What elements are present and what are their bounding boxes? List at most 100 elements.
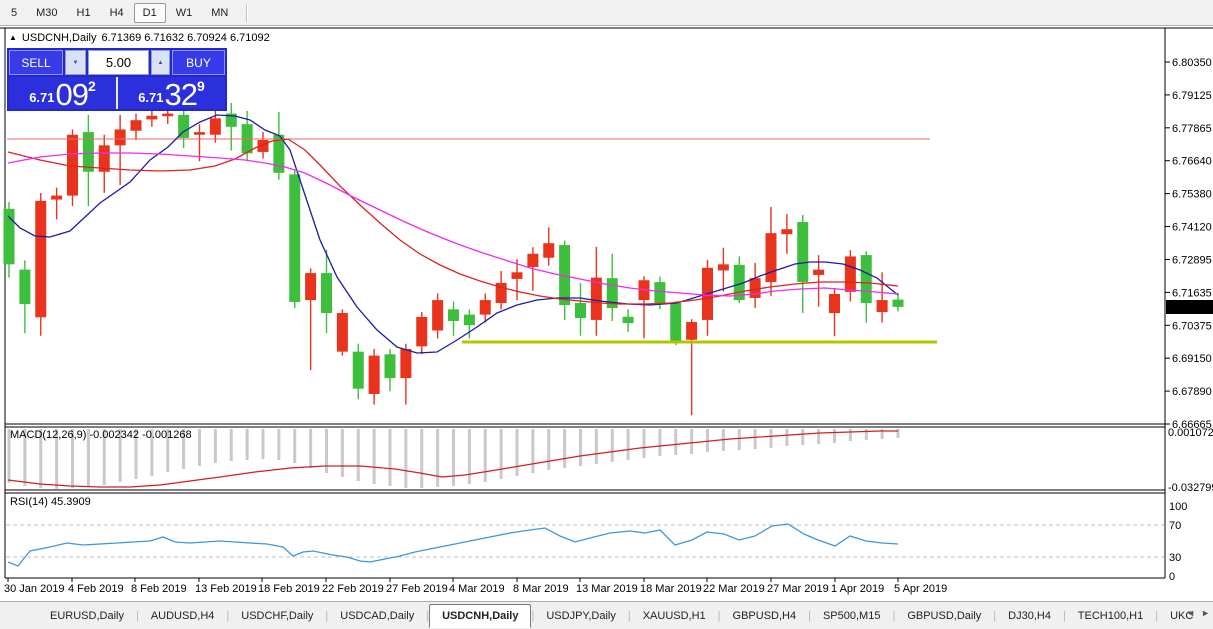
candle-body bbox=[385, 354, 396, 378]
chart-ohlc-values: 6.71369 6.71632 6.70924 6.71092 bbox=[101, 32, 269, 44]
candle-body bbox=[575, 303, 586, 318]
macd-histogram-bar bbox=[897, 429, 900, 438]
candle-body bbox=[35, 201, 46, 317]
tab-gbpusd-daily[interactable]: GBPUSD,Daily bbox=[895, 605, 993, 627]
price-axis-label: 6.67890 bbox=[1172, 386, 1212, 398]
candle-body bbox=[813, 270, 824, 275]
candle-body bbox=[877, 300, 888, 312]
date-axis-label: 1 Apr 2019 bbox=[831, 583, 884, 595]
macd-histogram-bar bbox=[420, 429, 423, 488]
candle-body bbox=[416, 317, 427, 346]
macd-histogram-bar bbox=[468, 429, 471, 484]
candle-body bbox=[654, 282, 665, 303]
price-axis-label: 6.77865 bbox=[1172, 123, 1212, 135]
macd-histogram-bar bbox=[246, 429, 249, 460]
price-axis-label: 6.75380 bbox=[1172, 189, 1212, 201]
candle-body bbox=[829, 294, 840, 313]
tab-usdchf-daily[interactable]: USDCHF,Daily bbox=[229, 605, 325, 627]
date-axis-label: 13 Feb 2019 bbox=[195, 583, 257, 595]
sell-price-display[interactable]: 6.71 09 2 bbox=[9, 77, 116, 109]
date-axis-label: 4 Feb 2019 bbox=[68, 583, 124, 595]
candle-body bbox=[591, 278, 602, 320]
candle-body bbox=[448, 309, 459, 321]
price-axis-label: 6.71635 bbox=[1172, 287, 1212, 299]
buy-price-display[interactable]: 6.71 32 9 bbox=[118, 77, 225, 109]
candle-body bbox=[623, 317, 634, 323]
triangle-up-icon: ▲ bbox=[158, 60, 164, 66]
rsi-axis-label: 100 bbox=[1169, 501, 1187, 513]
buy-price-point: 9 bbox=[197, 78, 205, 94]
tabs-scroll-right-icon[interactable]: ► bbox=[1201, 608, 1210, 618]
candle-body bbox=[861, 255, 872, 303]
macd-histogram-bar bbox=[738, 429, 741, 450]
date-axis-label: 18 Mar 2019 bbox=[640, 583, 702, 595]
tab-usdcad-daily[interactable]: USDCAD,Daily bbox=[328, 605, 426, 627]
candle-body bbox=[337, 313, 348, 352]
date-axis-label: 27 Feb 2019 bbox=[386, 583, 448, 595]
tab-gbpusd-h4[interactable]: GBPUSD,H4 bbox=[721, 605, 809, 627]
tab-xauusd-h1[interactable]: XAUUSD,H1 bbox=[631, 605, 718, 627]
collapse-triangle-icon[interactable]: ▲ bbox=[9, 34, 17, 42]
candle-body bbox=[19, 270, 30, 304]
date-axis-label: 22 Feb 2019 bbox=[322, 583, 384, 595]
candle-body bbox=[305, 273, 316, 300]
macd-histogram-bar bbox=[357, 429, 360, 481]
candle-body bbox=[400, 349, 411, 378]
candle-body bbox=[115, 129, 126, 145]
macd-histogram-bar bbox=[500, 429, 503, 479]
price-axis-label: 6.76640 bbox=[1172, 156, 1212, 168]
sell-price-pips: 09 bbox=[56, 82, 88, 108]
tab-dj30-h4[interactable]: DJ30,H4 bbox=[996, 605, 1063, 627]
sell-button[interactable]: SELL bbox=[9, 50, 63, 75]
candle-body bbox=[893, 300, 904, 307]
date-axis-label: 5 Apr 2019 bbox=[894, 583, 947, 595]
tab-tech100-h1[interactable]: TECH100,H1 bbox=[1066, 605, 1155, 627]
macd-histogram-bar bbox=[627, 429, 630, 460]
macd-histogram-bar bbox=[706, 429, 709, 452]
macd-histogram-bar bbox=[658, 429, 661, 456]
tab-audusd-h4[interactable]: AUDUSD,H4 bbox=[139, 605, 227, 627]
rsi-axis-label: 30 bbox=[1169, 552, 1181, 564]
macd-histogram-bar bbox=[690, 429, 693, 454]
trade-controls-row: SELL ▼ ▲ BUY bbox=[9, 50, 225, 75]
chart-symbol-period: USDCNH,Daily bbox=[22, 32, 97, 44]
date-axis-label: 27 Mar 2019 bbox=[767, 583, 829, 595]
candle-body bbox=[527, 254, 538, 267]
trade-prices-row: 6.71 09 2 6.71 32 9 bbox=[9, 77, 225, 109]
candle-body bbox=[162, 114, 173, 117]
macd-histogram-bar bbox=[817, 429, 820, 444]
macd-axis-min-label: -0.032799 bbox=[1168, 482, 1213, 494]
volume-input[interactable] bbox=[88, 50, 149, 75]
chart-tab-bar: EURUSD,Daily|AUDUSD,H4|USDCHF,Daily|USDC… bbox=[0, 601, 1213, 629]
candle-body bbox=[369, 356, 380, 394]
macd-histogram-bar bbox=[341, 429, 344, 477]
tab-usdcnh-daily[interactable]: USDCNH,Daily bbox=[429, 604, 531, 628]
buy-button[interactable]: BUY bbox=[172, 50, 225, 75]
ma-mid-red bbox=[8, 139, 898, 304]
macd-histogram-bar bbox=[214, 429, 217, 463]
macd-histogram-bar bbox=[293, 429, 296, 463]
macd-histogram-bar bbox=[611, 429, 614, 462]
tabs-scroll-left-icon[interactable]: ◄ bbox=[1186, 608, 1195, 618]
tab-usdjpy-daily[interactable]: USDJPY,Daily bbox=[534, 605, 628, 627]
candle-body bbox=[432, 300, 443, 330]
tab-eurusd-daily[interactable]: EURUSD,Daily bbox=[38, 605, 136, 627]
macd-histogram-bar bbox=[865, 429, 868, 440]
candle-body bbox=[146, 116, 157, 120]
price-axis-label: 6.80350 bbox=[1172, 57, 1212, 69]
macd-histogram-bar bbox=[547, 429, 550, 470]
macd-histogram-bar bbox=[484, 429, 487, 482]
candle-body bbox=[781, 229, 792, 234]
candle-body bbox=[131, 120, 142, 131]
volume-increase-button[interactable]: ▲ bbox=[151, 50, 170, 75]
volume-decrease-button[interactable]: ▼ bbox=[65, 50, 86, 75]
candle-body bbox=[718, 264, 729, 270]
one-click-trading-panel: SELL ▼ ▲ BUY 6.71 09 2 6.71 32 9 bbox=[7, 48, 227, 111]
macd-histogram-bar bbox=[674, 429, 677, 455]
macd-histogram-bar bbox=[595, 429, 598, 464]
macd-histogram-bar bbox=[389, 429, 392, 486]
tab-sp500-m15[interactable]: SP500,M15 bbox=[811, 605, 892, 627]
macd-histogram-bar bbox=[579, 429, 582, 466]
current-price-label: 6.71092 bbox=[1169, 302, 1209, 314]
candle-body bbox=[321, 273, 332, 313]
